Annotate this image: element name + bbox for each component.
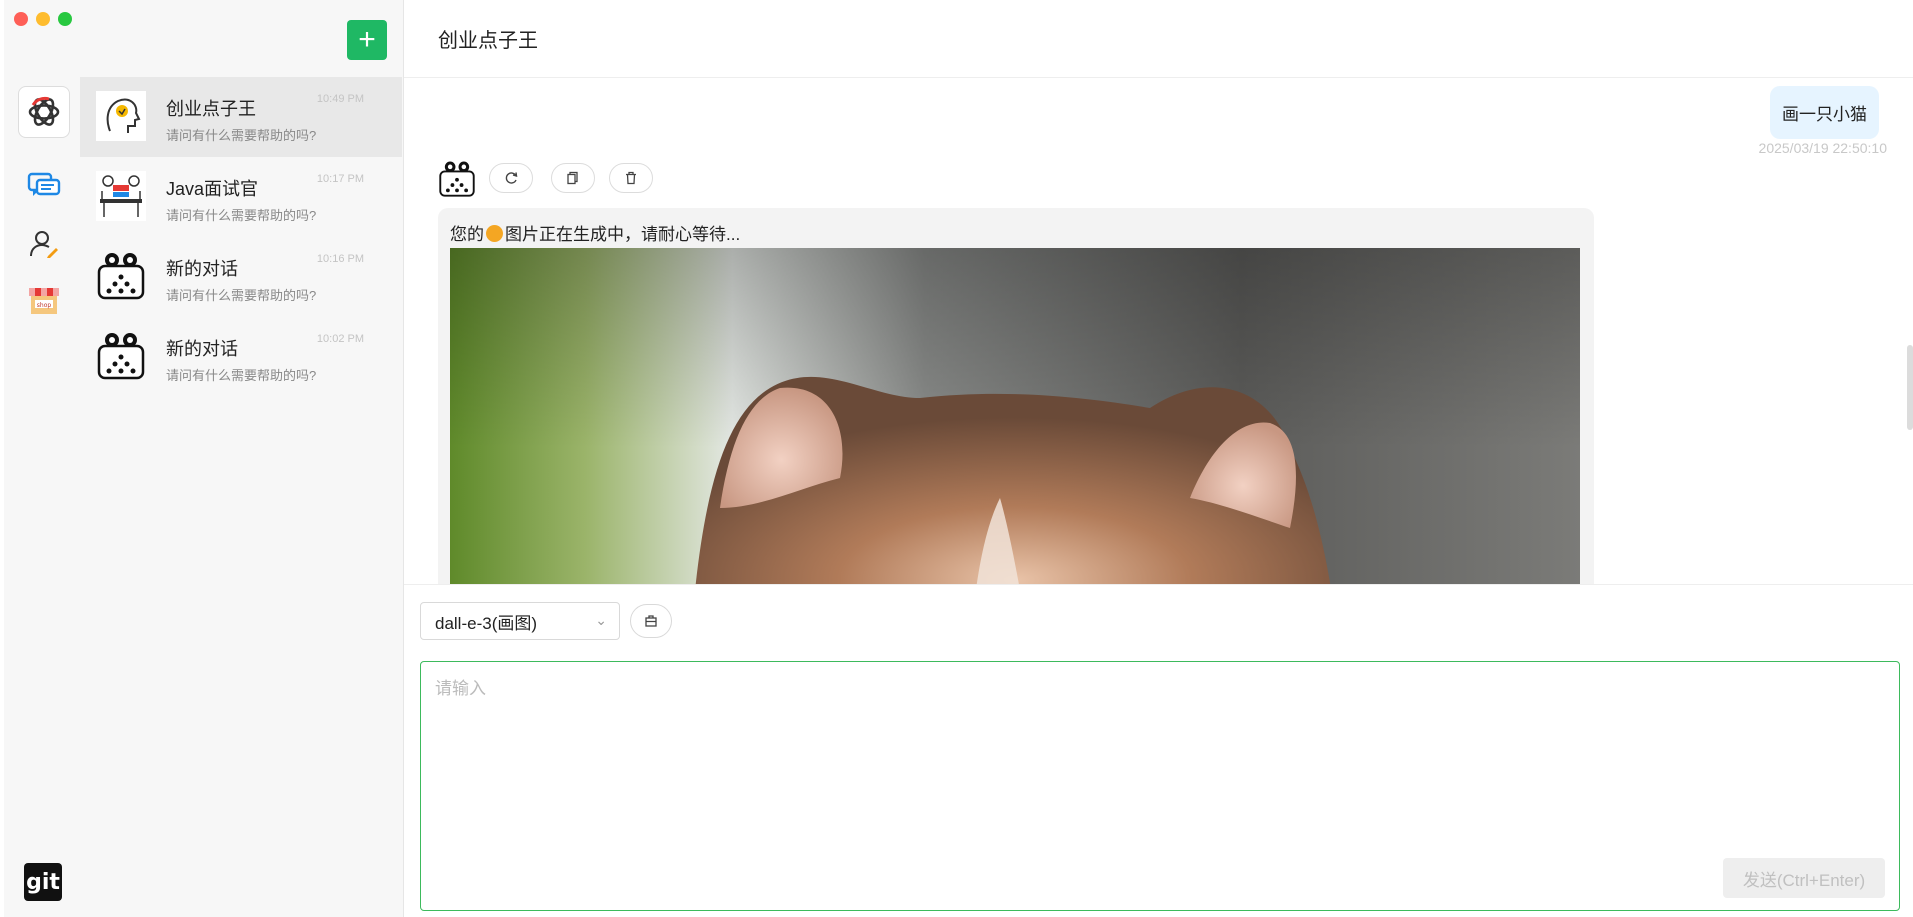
conversation-item[interactable]: 创业点子王 请问有什么需要帮助的吗? 10:49 PM <box>80 77 402 157</box>
conversation-list: + 创业点子王 请问有什么需要帮助的吗? 10:49 PM Java面试官 请问… <box>80 0 404 917</box>
svg-text:shop: shop <box>37 302 52 309</box>
delete-icon <box>626 171 636 185</box>
user-message-bubble: 画一只小猫 <box>1770 86 1879 139</box>
delete-button[interactable] <box>609 163 653 193</box>
traffic-lights <box>14 12 72 26</box>
maximize-window-button[interactable] <box>58 12 72 26</box>
smile-emoji-icon <box>486 225 503 242</box>
chat-title: 创业点子王 <box>404 0 1913 78</box>
git-icon[interactable]: git <box>24 863 62 901</box>
conversation-title: 创业点子王 <box>166 99 256 119</box>
scrollbar-thumb[interactable] <box>1907 345 1913 430</box>
conversation-preview: 请问有什么需要帮助的吗? <box>166 128 317 143</box>
close-window-button[interactable] <box>14 12 28 26</box>
interview-avatar-icon <box>96 171 146 221</box>
refresh-icon <box>505 172 518 184</box>
head-idea-avatar-icon <box>96 91 146 141</box>
conversation-item[interactable]: 新的对话 请问有什么需要帮助的吗? 10:16 PM <box>80 237 402 317</box>
conversation-item[interactable]: 新的对话 请问有什么需要帮助的吗? 10:02 PM <box>80 317 402 397</box>
openai-logo-icon[interactable] <box>18 86 70 138</box>
conversation-time: 10:17 PM <box>316 173 364 185</box>
user-edit-icon[interactable] <box>24 224 64 264</box>
conversation-title: 新的对话 <box>166 259 238 279</box>
send-button[interactable]: 发送(Ctrl+Enter) <box>1723 858 1885 898</box>
toolbox-button[interactable] <box>630 604 672 638</box>
minimize-window-button[interactable] <box>36 12 50 26</box>
conversation-preview: 请问有什么需要帮助的吗? <box>166 208 317 223</box>
bot-message-text: 您的 图片正在生成中，请耐心等待... <box>450 225 741 244</box>
robot-avatar-icon <box>96 331 146 381</box>
message-input[interactable]: 请输入 <box>420 661 1900 911</box>
conversation-time: 10:49 PM <box>316 93 364 105</box>
copy-icon <box>567 171 578 185</box>
toolbox-icon <box>645 615 657 627</box>
message-list[interactable]: 画一只小猫 2025/03/19 22:50:10 您的 图片正在生成中，请耐心… <box>404 78 1913 584</box>
conversation-time: 10:16 PM <box>316 253 364 265</box>
shop-icon[interactable]: shop <box>24 280 64 320</box>
chat-bubbles-icon[interactable] <box>24 166 64 206</box>
robot-avatar-icon <box>96 251 146 301</box>
bot-message-bubble: 您的 图片正在生成中，请耐心等待... <box>438 208 1594 584</box>
model-select[interactable]: dall-e-3(画图) ⌄ <box>420 602 620 640</box>
robot-avatar-icon <box>438 160 476 198</box>
input-area: dall-e-3(画图) ⌄ 请输入 发送(Ctrl+Enter) <box>404 584 1913 917</box>
user-message-time: 2025/03/19 22:50:10 <box>1758 140 1887 156</box>
copy-button[interactable] <box>551 163 595 193</box>
left-rail: shop git <box>4 0 80 917</box>
conversation-item[interactable]: Java面试官 请问有什么需要帮助的吗? 10:17 PM <box>80 157 402 237</box>
conversation-title: Java面试官 <box>166 179 259 199</box>
new-conversation-button[interactable]: + <box>347 20 387 60</box>
conversation-preview: 请问有什么需要帮助的吗? <box>166 288 317 303</box>
message-input-placeholder: 请输入 <box>435 679 486 698</box>
generated-kitten-image[interactable] <box>450 248 1580 584</box>
regenerate-button[interactable] <box>489 163 533 193</box>
conversation-time: 10:02 PM <box>316 333 364 345</box>
chat-panel: 创业点子王 画一只小猫 2025/03/19 22:50:10 您的 图片正在生… <box>404 0 1913 917</box>
conversation-preview: 请问有什么需要帮助的吗? <box>166 368 317 383</box>
chevron-down-icon: ⌄ <box>595 612 607 628</box>
conversation-title: 新的对话 <box>166 339 238 359</box>
app-window: shop git + 创业点子王 请问有什么需要帮助的吗? 10:49 PM J… <box>4 0 1913 917</box>
